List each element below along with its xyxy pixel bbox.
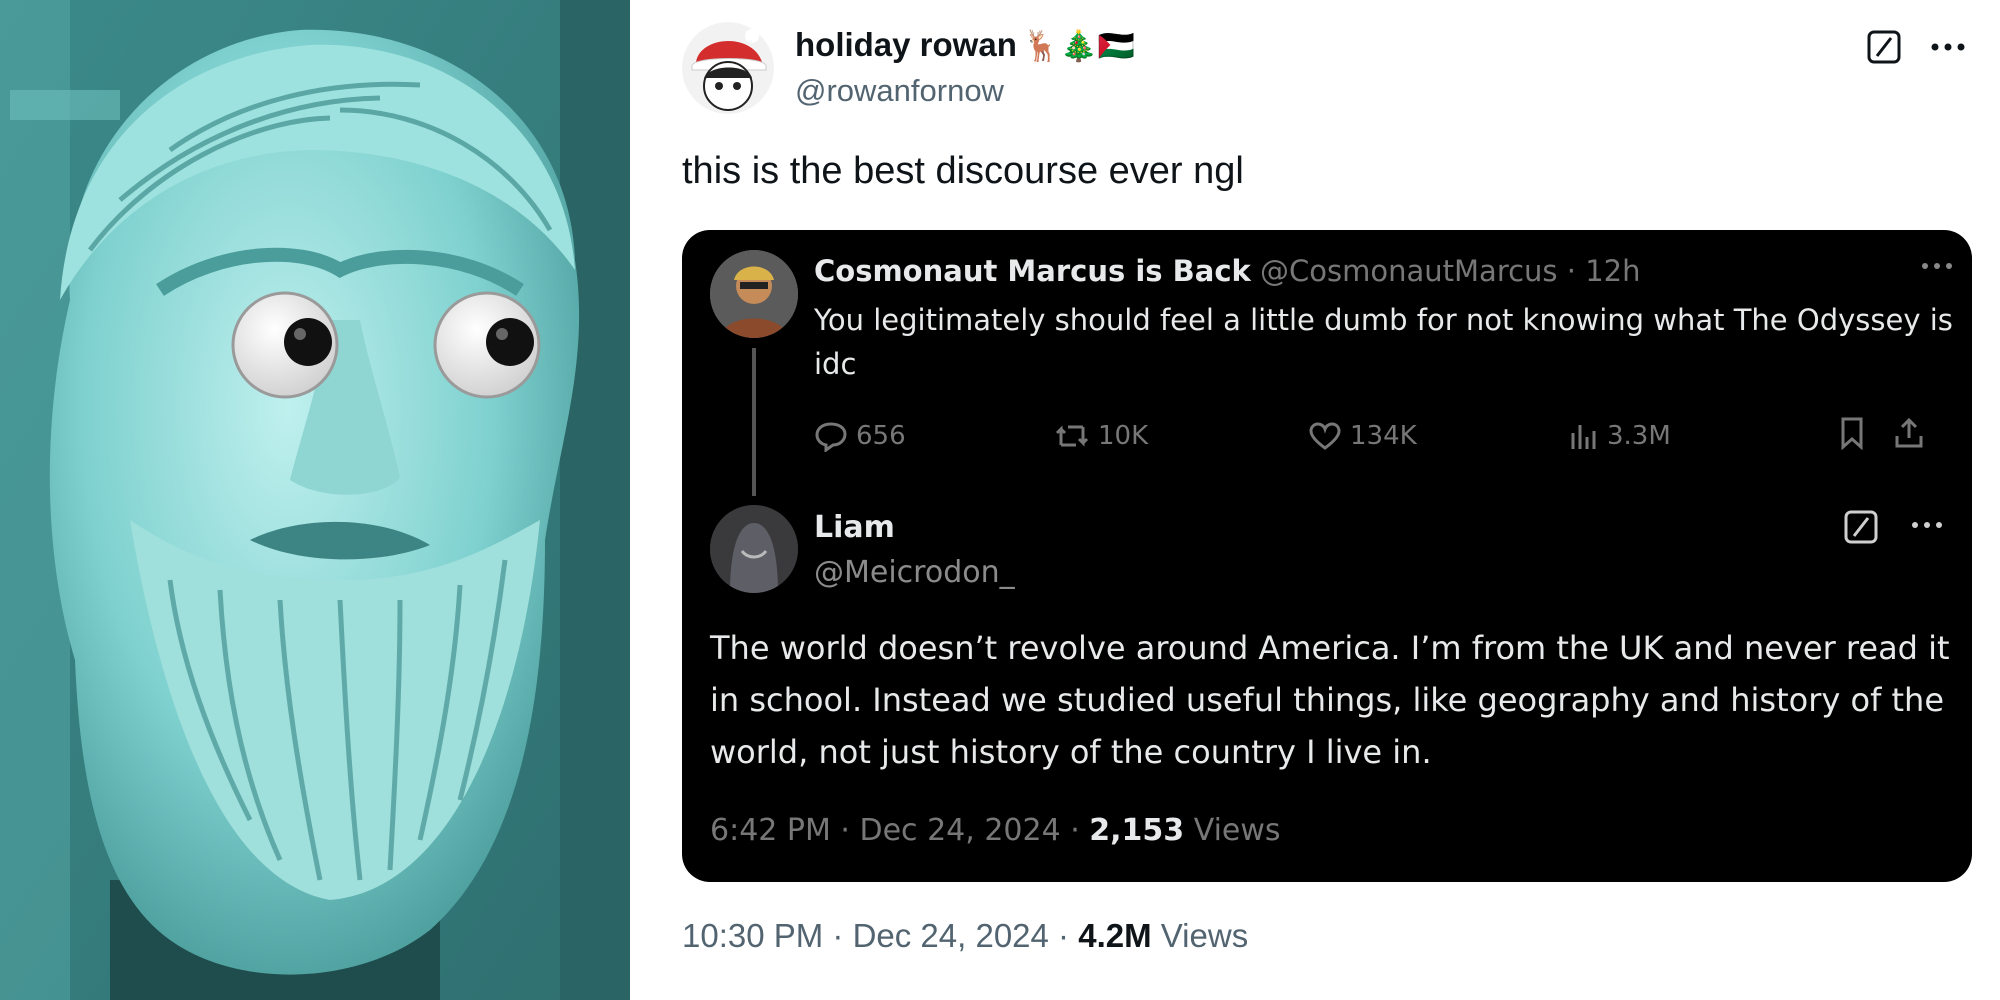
tweet-views-count: 4.2M [1078,917,1152,954]
share-icon[interactable] [1892,416,1926,454]
like-icon [1309,422,1341,450]
parent-tweet-text: You legitimately should feel a little du… [814,303,1953,381]
tweet-text: this is the best discourse ever ngl [682,150,1244,192]
parent-age[interactable]: · 12h [1567,254,1641,288]
author-name-text: holiday rowan [795,26,1017,63]
avatar[interactable] [682,22,774,114]
reply-views-label: Views [1184,813,1281,848]
reply-avatar[interactable] [710,505,798,593]
googly-eye-left [231,291,339,399]
googly-eye-right [433,291,541,399]
views-icon [1571,425,1596,449]
parent-author-name[interactable]: Cosmonaut Marcus is Back [814,254,1251,288]
bookmark-icon[interactable] [1837,416,1867,454]
reply-grok-icon[interactable] [1844,510,1878,544]
author-handle[interactable]: @rowanfornow [795,73,1004,109]
statue-image [0,0,630,1000]
reply-timestamp[interactable]: 6:42 PM · Dec 24, 2024 · 2,153 Views [710,813,1281,848]
parent-author-handle[interactable]: @CosmonautMarcus [1260,254,1558,288]
tweet-views-label: Views [1151,917,1249,954]
reply-tweet-text: The world doesn’t revolve around America… [710,629,1950,771]
parent-avatar[interactable] [710,250,798,338]
quoted-thread-card[interactable]: Cosmonaut Marcus is Back @CosmonautMarcu… [682,230,1972,882]
more-icon[interactable] [1928,30,1968,64]
repost-button[interactable]: 10K [1054,416,1148,456]
author-emoji: 🦌🎄🇵🇸 [1022,30,1135,63]
reply-button[interactable]: 656 [814,416,906,456]
parent-header: Cosmonaut Marcus is Back @CosmonautMarcu… [814,254,1640,288]
reply-icon [815,422,847,452]
tweet: holiday rowan 🦌🎄🇵🇸 @rowanfornow this is t… [630,0,2000,1000]
thread-connector-line [752,348,756,496]
grok-icon[interactable] [1867,30,1901,64]
like-button[interactable]: 134K [1308,416,1417,456]
repost-count: 10K [1098,421,1149,451]
reply-time: 6:42 PM · Dec 24, 2024 · [710,813,1090,848]
reply-count: 656 [856,421,906,451]
parent-more-icon[interactable] [1917,256,1957,276]
tweet-timestamp[interactable]: 10:30 PM · Dec 24, 2024 · 4.2M Views [682,917,1248,955]
tweet-time: 10:30 PM · Dec 24, 2024 · [682,917,1079,954]
reply-more-icon[interactable] [1907,515,1947,535]
views-button[interactable]: 3.3M [1569,416,1671,456]
like-count: 134K [1350,421,1417,451]
views-count: 3.3M [1607,421,1671,451]
repost-icon [1055,425,1089,447]
reply-views-count: 2,153 [1089,813,1185,848]
reply-author-name[interactable]: Liam [814,510,895,545]
author-name[interactable]: holiday rowan 🦌🎄🇵🇸 [795,26,1135,64]
reply-author-handle[interactable]: @Meicrodon_ [814,555,1015,590]
